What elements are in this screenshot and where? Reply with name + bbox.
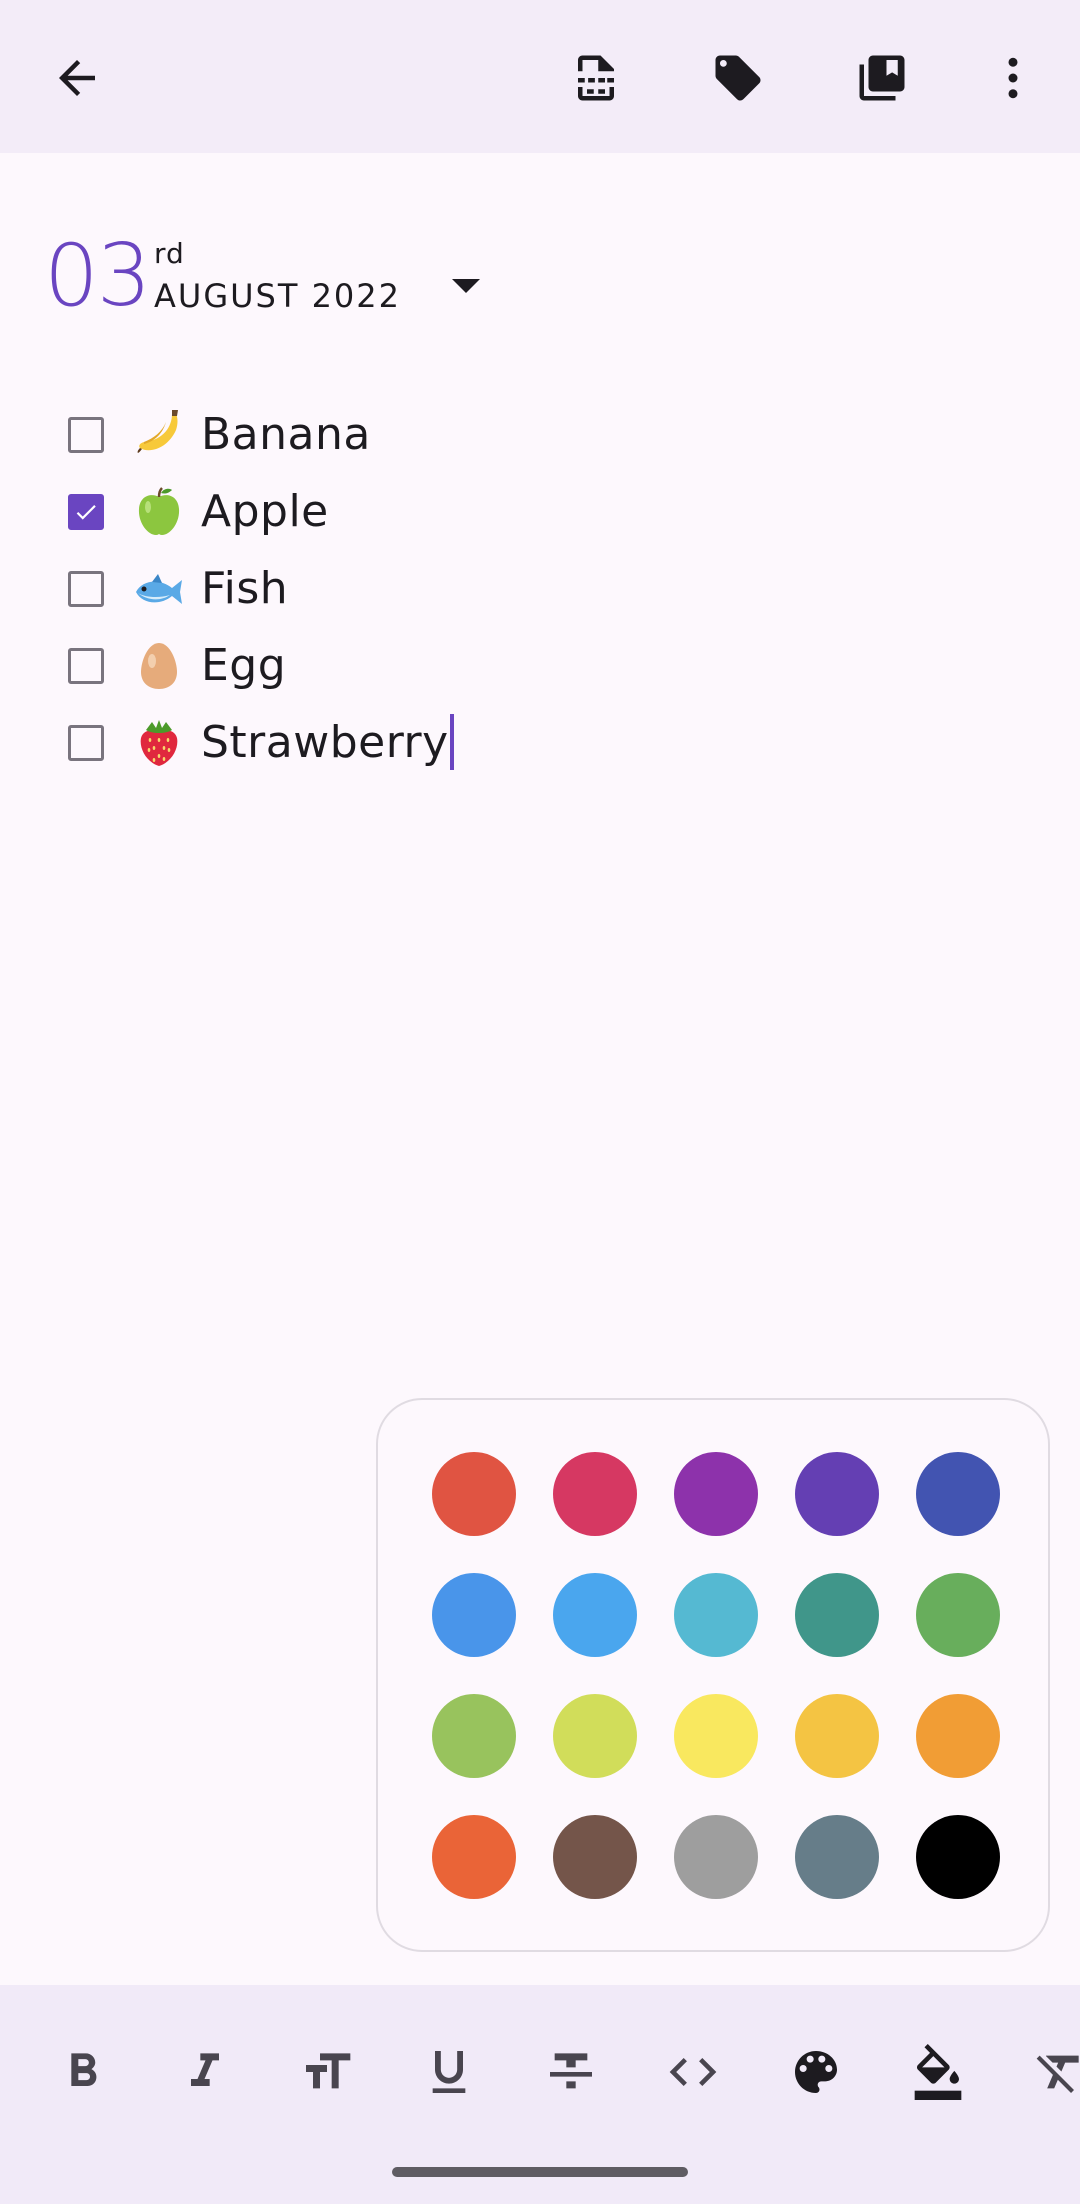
text-cursor [449,714,454,770]
list-item[interactable]: Apple [0,475,760,549]
clear-format-icon [1036,2055,1079,2093]
template-button[interactable] [556,38,636,118]
color-swatch[interactable] [795,1452,879,1536]
bold-icon [71,2053,97,2086]
list-item-text: Apple [201,486,329,537]
date-dropdown[interactable] [438,257,494,313]
home-indicator[interactable] [392,2167,688,2177]
list-item[interactable]: Fish [0,552,760,626]
date-day: 03 [44,226,151,326]
color-swatch[interactable] [916,1573,1000,1657]
collections-icon [859,55,905,101]
color-swatch[interactable] [553,1815,637,1899]
text-color-button[interactable] [776,2032,856,2112]
italic-button[interactable] [165,2032,245,2112]
color-swatch[interactable] [916,1694,1000,1778]
checkbox[interactable] [68,725,104,761]
clear-format-button[interactable] [1020,2032,1080,2112]
checkbox[interactable] [68,417,104,453]
color-swatch[interactable] [674,1694,758,1778]
top-app-bar [0,0,1080,153]
date-month-year: AUGUST 2022 [154,277,401,315]
color-swatch[interactable] [432,1573,516,1657]
underline-icon [432,2051,466,2093]
color-swatch[interactable] [795,1815,879,1899]
egg-emoji [141,643,177,689]
bold-button[interactable] [43,2032,123,2112]
tag-button[interactable] [698,38,778,118]
color-swatch[interactable] [916,1815,1000,1899]
color-swatch[interactable] [795,1694,879,1778]
strikethrough-icon [550,2053,592,2089]
fill-color-icon [914,2044,962,2100]
file-template-icon [578,55,614,101]
color-swatch[interactable] [553,1694,637,1778]
check-icon [76,505,96,520]
code-button[interactable] [653,2032,733,2112]
text-size-icon [306,2053,351,2089]
strikethrough-button[interactable] [531,2032,611,2112]
list-item-text: Fish [201,563,289,614]
palette-icon [795,2051,837,2093]
list-item-text: Egg [201,640,287,691]
list-item[interactable]: Strawberry [0,706,760,780]
color-swatch[interactable] [674,1573,758,1657]
list-item-text: Strawberry [201,714,454,772]
fish-emoji [136,574,182,604]
strawberry-emoji [140,720,178,766]
more-options-button[interactable] [973,38,1053,118]
list-item-text-value: Strawberry [201,717,449,768]
color-swatch[interactable] [795,1573,879,1657]
back-button[interactable] [37,38,117,118]
color-swatch[interactable] [432,1694,516,1778]
green-apple-emoji [138,487,180,535]
fill-color-button[interactable] [898,2032,978,2112]
text-size-button[interactable] [287,2032,367,2112]
list-item[interactable]: Banana [0,398,760,472]
checkbox[interactable] [68,571,104,607]
color-swatch[interactable] [553,1452,637,1536]
italic-icon [191,2053,219,2086]
color-swatch[interactable] [432,1815,516,1899]
collections-button[interactable] [842,38,922,118]
color-palette-popup [376,1398,1050,1952]
color-swatch[interactable] [553,1573,637,1657]
more-vert-icon [1008,57,1018,99]
underline-button[interactable] [409,2032,489,2112]
color-swatch[interactable] [432,1452,516,1536]
color-swatch[interactable] [674,1452,758,1536]
color-swatch[interactable] [916,1452,1000,1536]
tag-icon [715,55,761,101]
banana-emoji [137,410,178,453]
color-swatch[interactable] [674,1815,758,1899]
list-item-text: Banana [201,409,371,460]
date-suffix: rd [154,237,185,270]
checkbox-checked[interactable] [68,494,104,530]
back-icon [59,60,95,96]
arrow-drop-down-icon [452,279,480,293]
checkbox[interactable] [68,648,104,684]
list-item[interactable]: Egg [0,629,760,703]
code-icon [669,2058,717,2086]
